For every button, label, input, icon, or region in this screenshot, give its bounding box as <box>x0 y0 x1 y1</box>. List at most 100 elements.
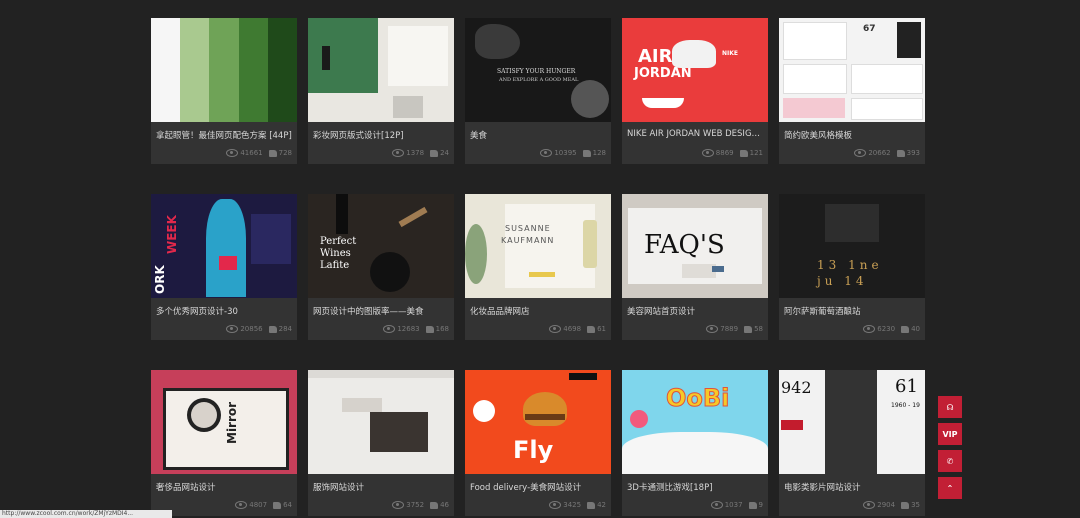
leaf-image <box>308 18 378 93</box>
card-title[interactable]: 简约欧美风格模板 <box>784 129 920 141</box>
card-thumbnail[interactable]: SUSANNE KAUFMANN <box>465 194 611 298</box>
work-card[interactable]: SUSANNE KAUFMANN 化妆品品牌网店 4698 61 <box>465 194 611 340</box>
card-thumbnail[interactable]: 13 1ne ju 14 <box>779 194 925 298</box>
work-card[interactable]: OoBi 3D卡通测比游戏[18P] 1037 9 <box>622 370 768 516</box>
thumbs-up-icon <box>582 149 591 157</box>
work-card[interactable]: Perfect Wines Lafite 网页设计中的图版率——美食 12683… <box>308 194 454 340</box>
brand-kaufmann: KAUFMANN <box>501 236 555 245</box>
card-thumbnail[interactable]: Perfect Wines Lafite <box>308 194 454 298</box>
wechat-button[interactable]: ✆ <box>938 450 962 472</box>
wechat-icon: ✆ <box>946 456 954 466</box>
card-thumbnail[interactable] <box>308 370 454 474</box>
card-thumbnail[interactable]: 942 61 1960 - 19 <box>779 370 925 474</box>
thumbs-up-icon <box>268 325 277 333</box>
card-thumbnail[interactable]: AIR JORDAN NIKE <box>622 18 768 122</box>
card-title[interactable]: 拿起眼管！最佳网页配色方案 [44P] <box>156 129 292 141</box>
cloud-image <box>622 432 768 474</box>
corkscrew-image <box>398 206 428 228</box>
card-thumbnail[interactable]: FAQ'S <box>622 194 768 298</box>
template-page <box>851 64 923 94</box>
like-count: 58 <box>754 325 763 333</box>
view-count: 4807 <box>249 501 268 509</box>
work-card[interactable]: 13 1ne ju 14 阿尔萨斯葡萄酒酿站 6230 40 <box>779 194 925 340</box>
like-count: 61 <box>597 325 606 333</box>
jordan-text: JORDAN <box>634 66 692 81</box>
card-title[interactable]: Food delivery-美食网站设计 <box>470 481 606 493</box>
hero-headline: SATISFY YOUR HUNGER <box>497 68 576 75</box>
eye-icon <box>854 149 867 157</box>
card-thumbnail[interactable]: OoBi <box>622 370 768 474</box>
thumbs-up-icon <box>425 325 434 333</box>
card-title[interactable]: 网页设计中的图版率——美食 <box>313 305 449 317</box>
work-card[interactable]: Fly Food delivery-美食网站设计 3425 42 <box>465 370 611 516</box>
view-count: 8869 <box>715 149 734 157</box>
card-title[interactable]: 彩妆网页版式设计[12P] <box>313 129 449 141</box>
card-stats: 20856 284 <box>226 325 292 333</box>
vip-label: VIP <box>942 429 958 439</box>
work-card[interactable]: SATISFY YOUR HUNGER AND EXPLORE A GOOD M… <box>465 18 611 164</box>
work-card[interactable]: AIR JORDAN NIKE NIKE AIR JORDAN WEB DESI… <box>622 18 768 164</box>
eye-icon <box>863 325 876 333</box>
like-count: 64 <box>283 501 292 509</box>
card-title[interactable]: NIKE AIR JORDAN WEB DESIGN-... <box>627 129 763 139</box>
palette-swatches <box>151 18 297 122</box>
eye-icon <box>706 325 719 333</box>
template-page <box>783 64 847 94</box>
game-logo: OoBi <box>665 384 730 413</box>
work-card[interactable]: 67 简约欧美风格模板 20662 393 <box>779 18 925 164</box>
card-title[interactable]: 奢侈品网站设计 <box>156 481 292 493</box>
work-card[interactable]: 彩妆网页版式设计[12P] 1378 24 <box>308 18 454 164</box>
thumbs-up-icon <box>748 501 757 509</box>
card-title[interactable]: 多个优秀网页设计-30 <box>156 305 292 317</box>
card-title[interactable]: 3D卡通测比游戏[18P] <box>627 481 763 493</box>
template-page <box>783 98 845 118</box>
back-to-top-button[interactable]: ⌃ <box>938 477 962 499</box>
view-count: 2904 <box>877 501 896 509</box>
work-card[interactable]: 拿起眼管！最佳网页配色方案 [44P] 41661 728 <box>151 18 297 164</box>
card-title[interactable]: 阿尔萨斯葡萄酒酿站 <box>784 305 920 317</box>
card-title[interactable]: 化妆品品牌网店 <box>470 305 606 317</box>
card-stats: 1378 24 <box>392 149 449 157</box>
work-card[interactable]: 942 61 1960 - 19 电影类影片网站设计 2904 35 <box>779 370 925 516</box>
card-stats: 12683 168 <box>383 325 449 333</box>
card-thumbnail[interactable]: 67 <box>779 18 925 122</box>
eye-icon <box>710 501 723 509</box>
text-block <box>342 398 382 412</box>
thumbs-up-icon <box>739 149 748 157</box>
view-count: 1037 <box>724 501 743 509</box>
thumbs-up-icon <box>268 149 277 157</box>
card-thumbnail[interactable]: WEEK ORK <box>151 194 297 298</box>
work-card[interactable]: WEEK ORK 多个优秀网页设计-30 20856 284 <box>151 194 297 340</box>
work-card[interactable]: FAQ'S 美容网站首页设计 7889 58 <box>622 194 768 340</box>
card-thumbnail[interactable]: Fly <box>465 370 611 474</box>
thumbs-up-icon <box>744 325 753 333</box>
like-count: 728 <box>278 149 292 157</box>
customer-service-button[interactable]: ☊ <box>938 396 962 418</box>
template-page <box>783 22 847 60</box>
card-stats: 8869 121 <box>701 149 763 157</box>
like-count: 40 <box>911 325 920 333</box>
card-title[interactable]: 美容网站首页设计 <box>627 305 763 317</box>
eye-icon <box>392 149 405 157</box>
card-stats: 1037 9 <box>710 501 763 509</box>
thumbs-up-icon <box>896 149 905 157</box>
burger-patty <box>525 414 565 420</box>
card-title[interactable]: 电影类影片网站设计 <box>784 481 920 493</box>
headset-icon: ☊ <box>946 402 954 412</box>
card-stats: 3752 46 <box>392 501 449 509</box>
card-thumbnail[interactable] <box>151 18 297 122</box>
view-count: 6230 <box>877 325 896 333</box>
thumbs-up-icon <box>587 325 596 333</box>
nav-bar <box>308 370 454 378</box>
card-stats: 4807 64 <box>235 501 292 509</box>
vip-button[interactable]: VIP <box>938 423 962 445</box>
card-title[interactable]: 服饰网站设计 <box>313 481 449 493</box>
card-thumbnail[interactable]: Mirror <box>151 370 297 474</box>
work-card[interactable]: Mirror 奢侈品网站设计 4807 64 <box>151 370 297 516</box>
card-thumbnail[interactable]: SATISFY YOUR HUNGER AND EXPLORE A GOOD M… <box>465 18 611 122</box>
card-title[interactable]: 美食 <box>470 129 606 141</box>
work-card[interactable]: 服饰网站设计 3752 46 <box>308 370 454 516</box>
card-thumbnail[interactable] <box>308 18 454 122</box>
badge-circle <box>473 400 495 422</box>
perfect-text: Perfect <box>320 236 357 247</box>
